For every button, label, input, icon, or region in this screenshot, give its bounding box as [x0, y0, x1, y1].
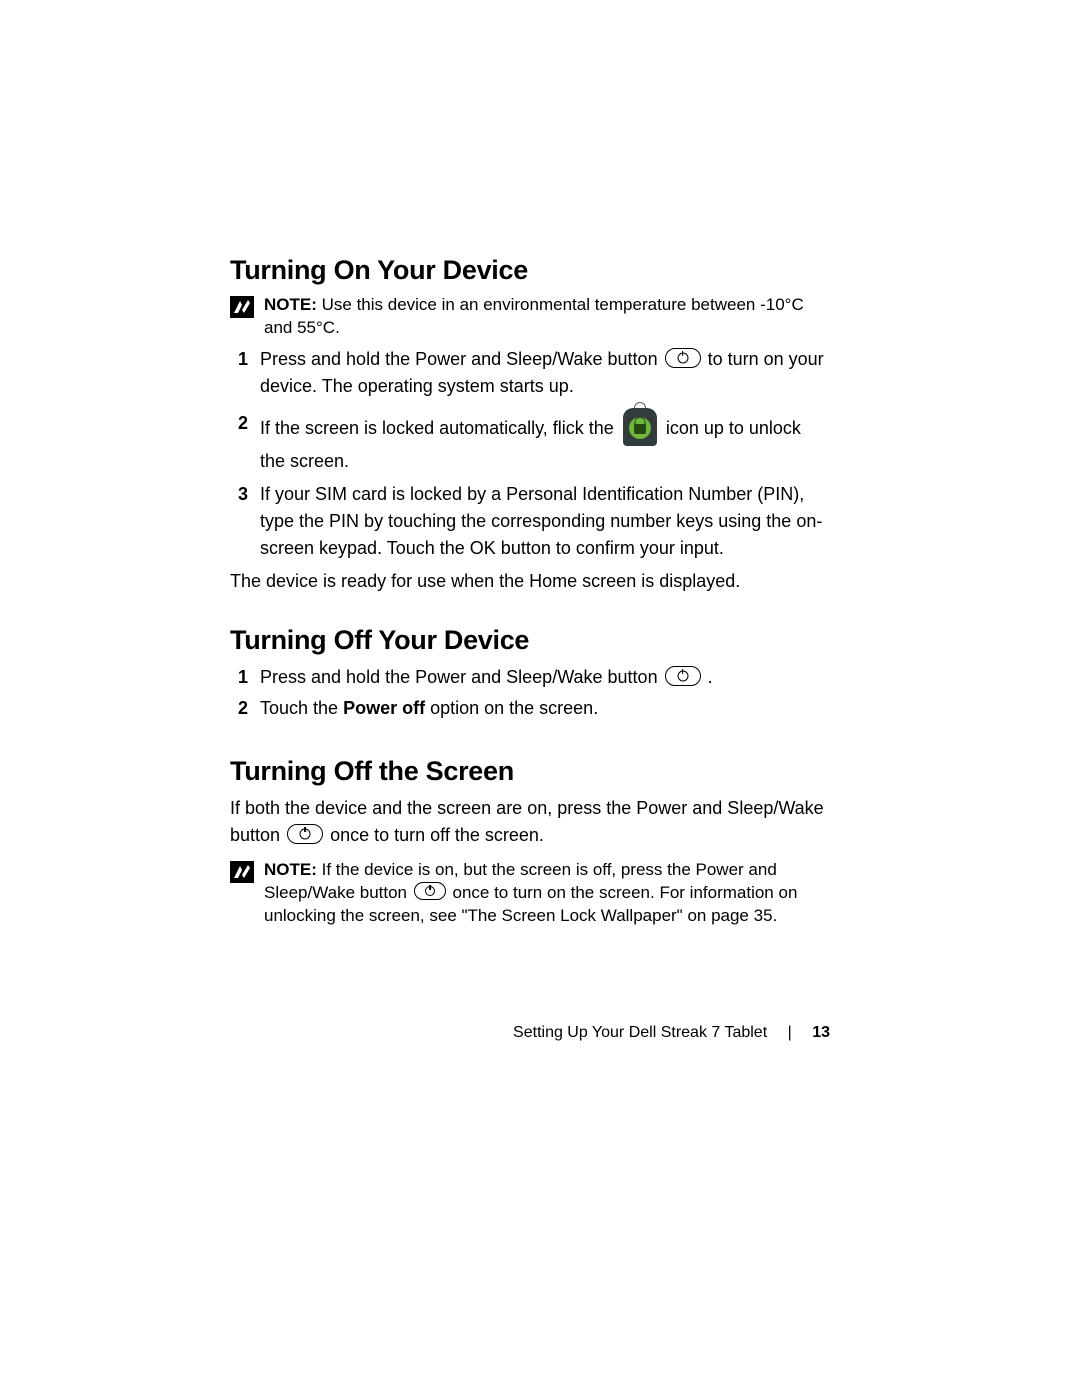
footer-chapter: Setting Up Your Dell Streak 7 Tablet [513, 1024, 767, 1041]
steps-turning-on: 1 Press and hold the Power and Sleep/Wak… [230, 346, 830, 562]
lock-icon [623, 408, 657, 446]
heading-turning-on: Turning On Your Device [230, 255, 830, 286]
note-screen: NOTE: If the device is on, but the scree… [230, 859, 830, 928]
text: Press and hold the Power and Sleep/Wake … [260, 349, 663, 369]
text: once to turn off the screen. [330, 825, 544, 845]
power-off-option: Power off [343, 698, 425, 718]
step-on-1: 1 Press and hold the Power and Sleep/Wak… [230, 346, 830, 400]
note-label: NOTE: [264, 860, 317, 879]
heading-screen-off: Turning Off the Screen [230, 756, 830, 787]
step-number: 1 [230, 664, 248, 690]
step-text: If the screen is locked automatically, f… [260, 410, 830, 475]
power-button-icon [287, 824, 323, 844]
closing-text-on: The device is ready for use when the Hom… [230, 568, 830, 595]
heading-turning-off: Turning Off Your Device [230, 625, 830, 656]
power-button-icon [665, 348, 701, 368]
footer-separator: | [788, 1024, 792, 1041]
text: Press and hold the Power and Sleep/Wake … [260, 667, 663, 687]
note-icon [230, 296, 254, 318]
step-on-2: 2 If the screen is locked automatically,… [230, 410, 830, 475]
step-text: Press and hold the Power and Sleep/Wake … [260, 346, 830, 400]
step-number: 2 [230, 695, 248, 721]
text: option on the screen. [425, 698, 598, 718]
step-text: Touch the Power off option on the screen… [260, 695, 830, 722]
note-icon [230, 861, 254, 883]
step-number: 3 [230, 481, 248, 507]
step-on-3: 3 If your SIM card is locked by a Person… [230, 481, 830, 562]
screen-off-para: If both the device and the screen are on… [230, 795, 830, 849]
step-number: 1 [230, 346, 248, 372]
step-off-1: 1 Press and hold the Power and Sleep/Wak… [230, 664, 830, 691]
note-on-text: NOTE: Use this device in an environmenta… [264, 294, 830, 340]
text: . [708, 667, 713, 687]
page-footer: Setting Up Your Dell Streak 7 Tablet | 1… [0, 1024, 830, 1042]
note-label: NOTE: [264, 295, 317, 314]
note-on: NOTE: Use this device in an environmenta… [230, 294, 830, 340]
power-button-icon [665, 666, 701, 686]
document-page: Turning On Your Device NOTE: Use this de… [230, 255, 830, 934]
step-text: Press and hold the Power and Sleep/Wake … [260, 664, 830, 691]
footer-page-number: 13 [812, 1024, 830, 1041]
text: If the screen is locked automatically, f… [260, 418, 619, 438]
step-text: If your SIM card is locked by a Personal… [260, 481, 830, 562]
text: Touch the [260, 698, 343, 718]
step-number: 2 [230, 410, 248, 436]
note-body: Use this device in an environmental temp… [264, 295, 804, 337]
power-button-icon [414, 882, 446, 900]
steps-turning-off: 1 Press and hold the Power and Sleep/Wak… [230, 664, 830, 722]
step-off-2: 2 Touch the Power off option on the scre… [230, 695, 830, 722]
note-screen-text: NOTE: If the device is on, but the scree… [264, 859, 830, 928]
